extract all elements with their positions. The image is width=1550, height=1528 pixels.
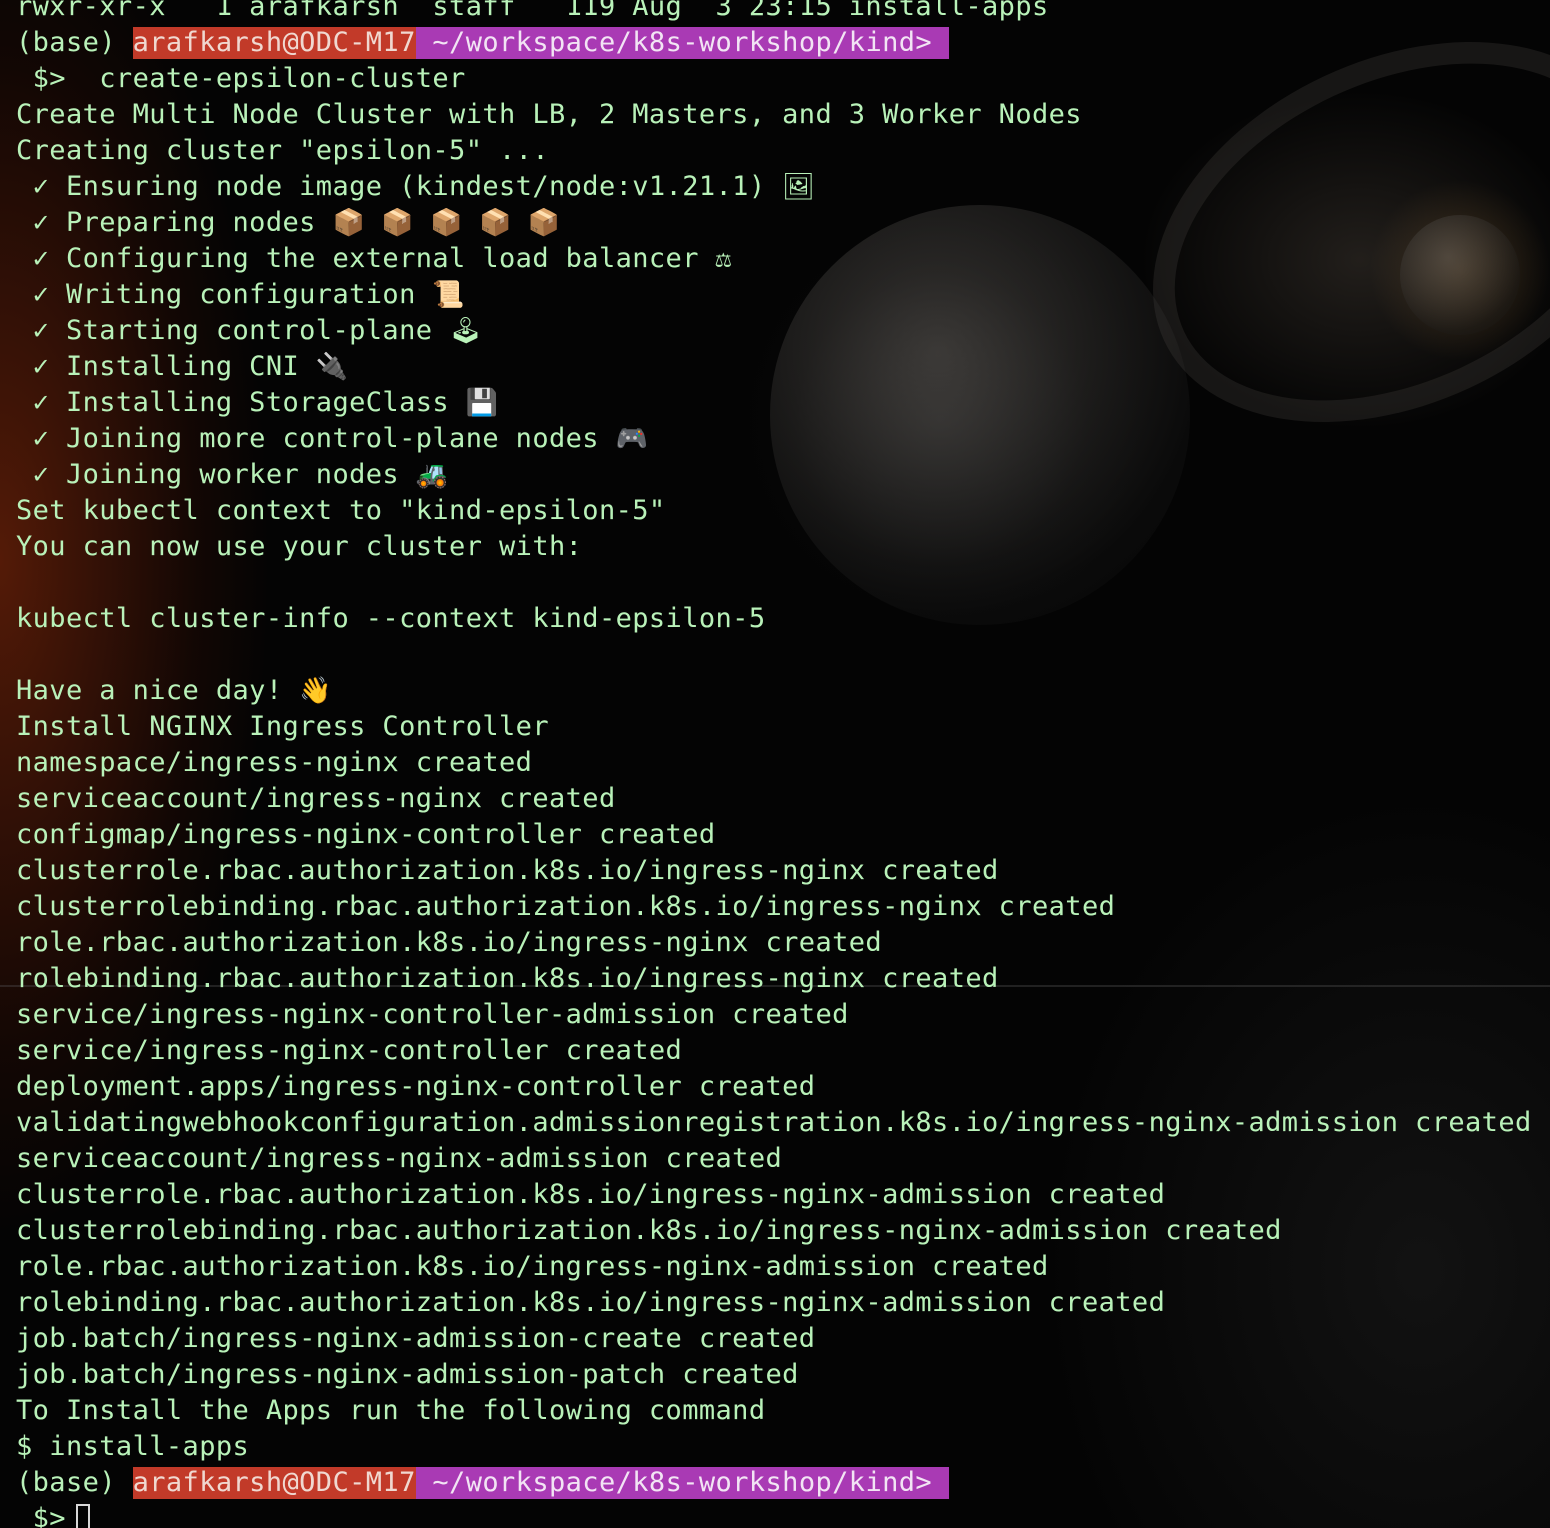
step-line: ✓ Installing StorageClass 💾 — [16, 385, 498, 421]
step-line: ✓ Starting control-plane 🕹 — [16, 313, 482, 349]
step-emoji-icon: 🕹 — [449, 316, 483, 346]
output-line: serviceaccount/ingress-nginx created — [16, 783, 616, 814]
wave-icon: 👋 — [299, 676, 332, 706]
output-line: role.rbac.authorization.k8s.io/ingress-n… — [16, 1251, 1049, 1282]
step-text: Configuring the external load balancer — [65, 243, 716, 274]
prompt-env: (base) — [16, 27, 133, 58]
prompt-user-segment: arafkarsh@ODC-M17 — [132, 27, 416, 59]
step-text: Joining more control-plane nodes — [65, 423, 616, 454]
check-icon: ✓ — [16, 459, 66, 490]
output-line: clusterrolebinding.rbac.authorization.k8… — [16, 891, 1116, 922]
output-line: rolebinding.rbac.authorization.k8s.io/in… — [16, 1287, 1166, 1318]
prompt-path-segment: ~/workspace/k8s-workshop/kind> — [415, 1467, 949, 1499]
step-line: ✓ Joining worker nodes 🚜 — [16, 457, 449, 493]
command-line: $> create-epsilon-cluster — [16, 61, 466, 97]
step-line: ✓ Configuring the external load balancer… — [16, 241, 732, 277]
prompt-line-1: (base) arafkarsh@ODC-M17 ~/workspace/k8s… — [16, 25, 949, 61]
prompt-symbol: $> — [16, 63, 66, 94]
output-line: Creating cluster "epsilon-5" ... — [16, 135, 549, 166]
step-line: ✓ Installing CNI 🔌 — [16, 349, 349, 385]
step-emoji-icon: 🔌 — [315, 352, 349, 382]
prompt-symbol: $> — [16, 1503, 66, 1528]
greeting-text: Have a nice day! — [16, 675, 300, 706]
background-planet-small — [1400, 215, 1520, 335]
check-icon: ✓ — [16, 351, 66, 382]
prompt-env: (base) — [16, 1467, 133, 1498]
prompt-path-segment: ~/workspace/k8s-workshop/kind> — [415, 27, 949, 59]
step-emoji-icon: 🎮 — [615, 424, 649, 454]
check-icon: ✓ — [16, 279, 66, 310]
output-line: clusterrolebinding.rbac.authorization.k8… — [16, 1215, 1282, 1246]
command-text: create-epsilon-cluster — [65, 63, 466, 94]
output-line: Set kubectl context to "kind-epsilon-5" — [16, 495, 666, 526]
step-emoji-icon: 🖼 — [782, 172, 816, 202]
check-icon: ✓ — [16, 171, 66, 202]
output-line: job.batch/ingress-nginx-admission-create… — [16, 1323, 816, 1354]
step-emoji-icon: 📦 📦 📦 📦 📦 — [332, 208, 561, 238]
output-line: Create Multi Node Cluster with LB, 2 Mas… — [16, 99, 1082, 130]
step-text: Starting control-plane — [65, 315, 450, 346]
check-icon: ✓ — [16, 423, 66, 454]
output-line: rolebinding.rbac.authorization.k8s.io/in… — [16, 963, 999, 994]
output-line: Install NGINX Ingress Controller — [16, 711, 549, 742]
output-line: validatingwebhookconfiguration.admission… — [16, 1107, 1532, 1138]
step-line: ✓ Ensuring node image (kindest/node:v1.2… — [16, 169, 816, 205]
scrolled-line: rwxr-xr-x 1 arafkarsh staff 119 Aug 3 23… — [16, 0, 1049, 22]
command-line-active: $> — [16, 1501, 90, 1528]
step-text: Preparing nodes — [65, 207, 333, 238]
output-line: job.batch/ingress-nginx-admission-patch … — [16, 1359, 799, 1390]
step-line: ✓ Preparing nodes 📦 📦 📦 📦 📦 — [16, 205, 561, 241]
background-planet — [770, 205, 1190, 625]
prompt-user-segment: arafkarsh@ODC-M17 — [132, 1467, 416, 1499]
step-text: Installing StorageClass — [65, 387, 466, 418]
step-emoji-icon: 📜 — [432, 280, 466, 310]
output-line: serviceaccount/ingress-nginx-admission c… — [16, 1143, 783, 1174]
output-line: service/ingress-nginx-controller-admissi… — [16, 999, 849, 1030]
step-emoji-icon: 💾 — [465, 388, 499, 418]
background-ring — [1091, 0, 1550, 497]
output-line: You can now use your cluster with: — [16, 531, 583, 562]
check-icon: ✓ — [16, 315, 66, 346]
check-icon: ✓ — [16, 207, 66, 238]
step-emoji-icon: 🚜 — [415, 460, 449, 490]
output-line: deployment.apps/ingress-nginx-controller… — [16, 1071, 816, 1102]
step-text: Joining worker nodes — [65, 459, 416, 490]
step-line: ✓ Writing configuration 📜 — [16, 277, 465, 313]
step-text: Writing configuration — [65, 279, 433, 310]
step-text: Ensuring node image (kindest/node:v1.21.… — [65, 171, 783, 202]
step-text: Installing CNI — [65, 351, 316, 382]
output-line: namespace/ingress-nginx created — [16, 747, 533, 778]
output-line: role.rbac.authorization.k8s.io/ingress-n… — [16, 927, 883, 958]
step-emoji-icon: ⚖ — [715, 244, 732, 274]
output-line: service/ingress-nginx-controller created — [16, 1035, 683, 1066]
output-line: To Install the Apps run the following co… — [16, 1395, 766, 1426]
check-icon: ✓ — [16, 243, 66, 274]
output-line: clusterrole.rbac.authorization.k8s.io/in… — [16, 1179, 1166, 1210]
greeting-line: Have a nice day! 👋 — [16, 673, 332, 709]
step-line: ✓ Joining more control-plane nodes 🎮 — [16, 421, 648, 457]
check-icon: ✓ — [16, 387, 66, 418]
output-line: kubectl cluster-info --context kind-epsi… — [16, 603, 766, 634]
prompt-line-2: (base) arafkarsh@ODC-M17 ~/workspace/k8s… — [16, 1465, 949, 1501]
terminal-window[interactable]: rwxr-xr-x 1 arafkarsh staff 119 Aug 3 23… — [0, 0, 1550, 1528]
output-line: $ install-apps — [16, 1431, 250, 1462]
cursor-caret[interactable] — [75, 1503, 90, 1528]
output-line: clusterrole.rbac.authorization.k8s.io/in… — [16, 855, 999, 886]
output-line: configmap/ingress-nginx-controller creat… — [16, 819, 716, 850]
